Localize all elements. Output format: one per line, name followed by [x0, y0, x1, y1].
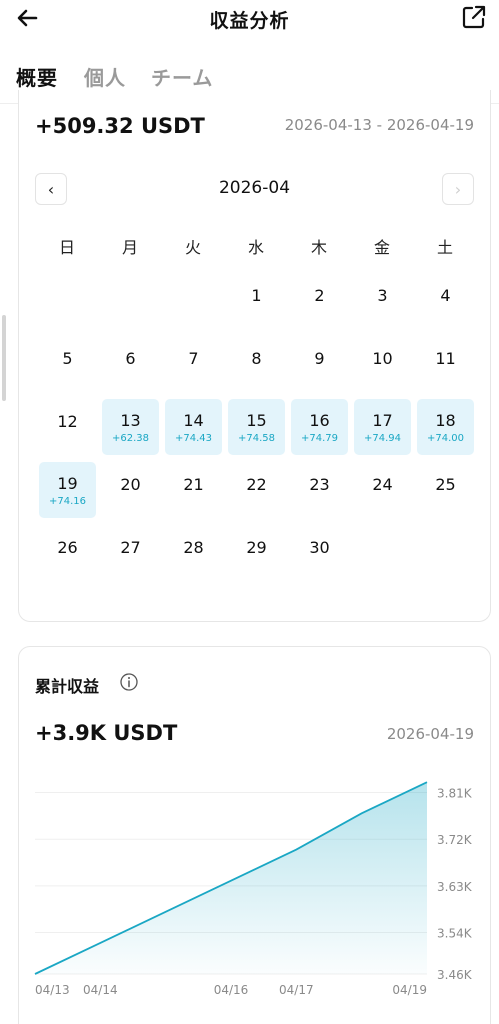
day-number: 24: [372, 475, 393, 494]
next-month-button[interactable]: ›: [442, 173, 474, 205]
y-tick-label: 3.54K: [437, 927, 473, 941]
calendar-day[interactable]: 17 +74.94: [354, 399, 411, 455]
scrollbar[interactable]: [2, 315, 6, 401]
day-number: 20: [120, 475, 141, 494]
calendar-day[interactable]: 1: [228, 273, 285, 329]
day-number: 5: [62, 349, 73, 368]
calendar-day[interactable]: 19 +74.16: [39, 462, 96, 518]
external-link-icon[interactable]: [461, 4, 487, 30]
calendar-day[interactable]: 12: [39, 399, 96, 455]
day-number: 17: [372, 411, 393, 430]
x-tick-label: 04/17: [279, 983, 314, 997]
x-tick-label: 04/14: [83, 983, 118, 997]
calendar-day[interactable]: 25: [417, 462, 474, 518]
y-tick-label: 3.63K: [437, 880, 473, 894]
day-number: 30: [309, 538, 330, 557]
chevron-right-icon: ›: [454, 179, 462, 199]
calendar-day[interactable]: 22: [228, 462, 285, 518]
calendar-day[interactable]: 3: [354, 273, 411, 329]
calendar-day[interactable]: 7: [165, 336, 222, 392]
day-number: 12: [57, 412, 78, 431]
calendar-day[interactable]: 29: [228, 525, 285, 581]
date-range: 2026-04-13 - 2026-04-19: [284, 116, 474, 134]
period-earnings-card: +509.32 USDT 2026-04-13 - 2026-04-19 ‹ 2…: [18, 90, 491, 622]
day-number: 16: [309, 411, 330, 430]
calendar-day[interactable]: 13 +62.38: [102, 399, 159, 455]
day-number: 27: [120, 538, 141, 557]
day-earning: +74.94: [363, 433, 401, 444]
calendar-day[interactable]: 20: [102, 462, 159, 518]
day-number: 3: [377, 286, 388, 305]
day-number: 4: [440, 286, 451, 305]
day-earning: +74.43: [174, 433, 212, 444]
calendar-day[interactable]: 27: [102, 525, 159, 581]
y-tick-label: 3.46K: [437, 968, 473, 982]
day-number: 15: [246, 411, 267, 430]
day-number: 10: [372, 349, 393, 368]
calendar-day[interactable]: 2: [291, 273, 348, 329]
calendar-day[interactable]: 21: [165, 462, 222, 518]
period-amount: +509.32 USDT: [35, 114, 205, 138]
calendar-day[interactable]: 18 +74.00: [417, 399, 474, 455]
weekday-label: 火: [184, 238, 201, 257]
calendar-day[interactable]: 11: [417, 336, 474, 392]
day-number: 1: [251, 286, 262, 305]
day-number: 14: [183, 411, 204, 430]
weekday-label: 土: [436, 238, 453, 257]
day-number: 25: [435, 475, 456, 494]
cumulative-earnings-card: 累計収益 +3.9K USDT 2026-04-19 3.81K 3.72K 3.6…: [18, 646, 491, 1024]
day-number: 26: [57, 538, 78, 557]
calendar-day[interactable]: 24: [354, 462, 411, 518]
day-number: 6: [125, 349, 136, 368]
day-earning: +74.16: [48, 496, 86, 507]
cumulative-earnings-chart: 3.81K 3.72K 3.63K 3.54K 3.46K 04/13 04/14 04/16…: [34, 781, 473, 997]
calendar-day[interactable]: 15 +74.58: [228, 399, 285, 455]
day-number: 13: [120, 411, 141, 430]
x-tick-label: 04/13: [35, 983, 70, 997]
day-number: 18: [435, 411, 456, 430]
x-tick-label: 04/16: [214, 983, 249, 997]
day-earning: +74.00: [426, 433, 464, 444]
weekday-label: 月: [121, 238, 138, 257]
calendar-day[interactable]: 4: [417, 273, 474, 329]
tab-overview[interactable]: 概要: [16, 62, 58, 91]
calendar-day[interactable]: 30: [291, 525, 348, 581]
page-title: 収益分析: [209, 10, 290, 32]
day-earning: +62.38: [111, 433, 149, 444]
calendar-day[interactable]: 14 +74.43: [165, 399, 222, 455]
calendar-day[interactable]: 26: [39, 525, 96, 581]
day-number: 11: [435, 349, 456, 368]
calendar-day[interactable]: 28: [165, 525, 222, 581]
calendar-day[interactable]: 23: [291, 462, 348, 518]
day-earning: +74.79: [300, 433, 338, 444]
tab-team[interactable]: チーム: [151, 62, 213, 91]
calendar-day[interactable]: 10: [354, 336, 411, 392]
day-number: 7: [188, 349, 199, 368]
weekday-label: 木: [310, 238, 327, 257]
calendar-day[interactable]: 16 +74.79: [291, 399, 348, 455]
weekday-label: 日: [58, 238, 75, 257]
weekday-label: 金: [373, 238, 390, 257]
x-tick-label: 04/19: [392, 983, 427, 997]
tab-personal[interactable]: 個人: [84, 62, 126, 91]
day-number: 23: [309, 475, 330, 494]
day-number: 28: [183, 538, 204, 557]
day-earning: +74.58: [237, 433, 275, 444]
y-tick-label: 3.81K: [437, 787, 473, 801]
calendar-day[interactable]: 9: [291, 336, 348, 392]
day-number: 29: [246, 538, 267, 557]
day-number: 2: [314, 286, 325, 305]
day-number: 9: [314, 349, 325, 368]
month-label: 2026-04: [218, 178, 291, 198]
top-bar: 収益分析: [0, 0, 499, 40]
calendar-day[interactable]: 5: [39, 336, 96, 392]
day-number: 22: [246, 475, 267, 494]
calendar-day[interactable]: 8: [228, 336, 285, 392]
weekday-label: 水: [247, 238, 264, 257]
day-number: 8: [251, 349, 262, 368]
calendar-day[interactable]: 6: [102, 336, 159, 392]
day-number: 21: [183, 475, 204, 494]
day-number: 19: [57, 474, 78, 493]
y-tick-label: 3.72K: [437, 833, 473, 847]
